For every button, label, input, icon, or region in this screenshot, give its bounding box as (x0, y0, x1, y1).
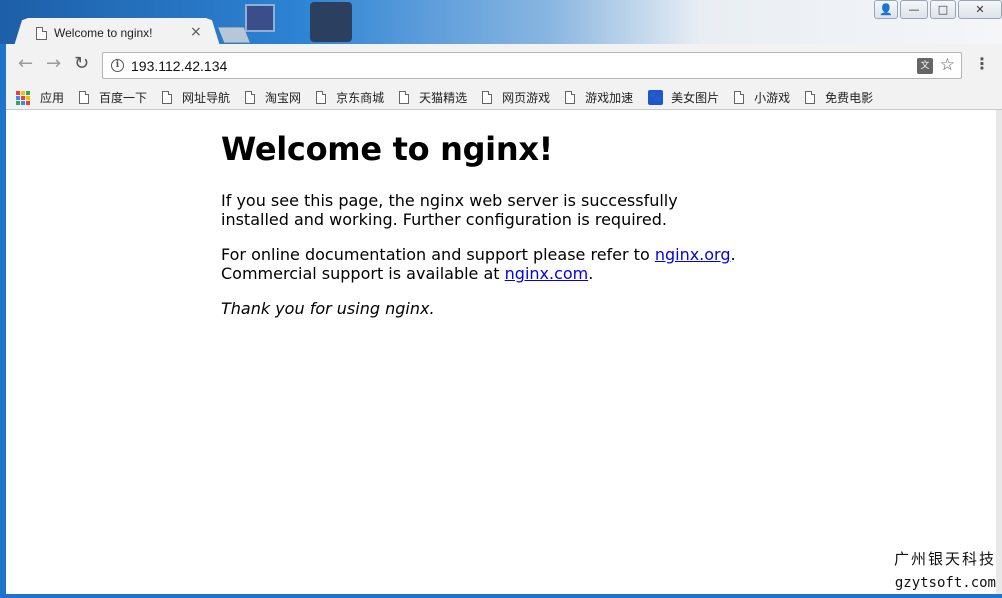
page-icon (245, 91, 256, 104)
page-title: Welcome to nginx! (221, 130, 553, 168)
address-bar[interactable]: i 193.112.42.134 文 ☆ (102, 52, 962, 79)
nginx-welcome-page: Welcome to nginx! If you see this page, … (221, 130, 741, 334)
bookmark-item[interactable]: 游戏加速 (565, 89, 633, 106)
tab-close-icon[interactable]: × (190, 25, 202, 39)
page-content: Welcome to nginx! If you see this page, … (6, 110, 996, 594)
translate-icon[interactable]: 文 (917, 58, 933, 74)
thanks-paragraph: Thank you for using nginx. (221, 299, 741, 318)
docs-text-end: . (730, 245, 736, 264)
page-icon (316, 91, 327, 104)
bookmark-item[interactable]: 网址导航 (162, 89, 230, 106)
docs-text: For online documentation and support ple… (221, 245, 655, 264)
bookmark-star-icon[interactable]: ☆ (940, 55, 955, 75)
right-edge (996, 110, 1002, 594)
watermark-en: gzytsoft.com (894, 575, 996, 591)
bookmark-label: 京东商城 (336, 91, 385, 105)
bookmark-label: 天猫精选 (419, 91, 468, 105)
minimize-button[interactable]: — (900, 0, 928, 19)
bookmark-item[interactable]: 京东商城 (316, 89, 384, 106)
browser-toolbar: ← → ↻ i 193.112.42.134 文 ☆ ⋮ (6, 44, 1002, 86)
bookmark-item[interactable]: 网页游戏 (482, 89, 550, 106)
support-text-end: . (588, 264, 594, 283)
paw-icon: 🐾 (648, 90, 664, 105)
page-icon (482, 91, 493, 104)
apps-grid-icon (16, 90, 30, 105)
page-icon (565, 91, 576, 104)
reload-icon[interactable]: ↻ (74, 54, 89, 74)
page-icon (399, 91, 410, 104)
forward-arrow-icon[interactable]: → (46, 54, 61, 74)
bookmark-item[interactable]: 天猫精选 (399, 89, 467, 106)
bookmark-label: 网址导航 (182, 91, 231, 105)
thanks-text: Thank you for using nginx. (221, 299, 435, 318)
page-icon (805, 91, 816, 104)
maximize-button[interactable]: □ (930, 0, 956, 19)
intro-paragraph: If you see this page, the nginx web serv… (221, 191, 678, 229)
title-bar: Welcome to nginx! × 👤 — □ ✕ (6, 0, 1002, 44)
close-window-button[interactable]: ✕ (958, 0, 1002, 19)
bookmark-label: 网页游戏 (502, 91, 551, 105)
bookmarks-bar: 应用 百度一下 网址导航 淘宝网 京东商城 天猫精选 网页游戏 游戏加速 🐾 美女图片 小游戏 免费电… (6, 86, 1002, 110)
bookmark-label: 美女图片 (671, 91, 720, 105)
back-arrow-icon[interactable]: ← (18, 54, 33, 74)
url-text[interactable]: 193.112.42.134 (131, 58, 227, 74)
bookmark-item[interactable]: 免费电影 (805, 89, 873, 106)
tab-title: Welcome to nginx! (54, 26, 153, 40)
tab-page-icon (36, 27, 47, 40)
window-controls: 👤 — □ ✕ (872, 0, 1002, 20)
bookmark-item[interactable]: 应用 (16, 89, 64, 106)
bookmark-label: 小游戏 (754, 91, 791, 105)
support-text: Commercial support is available at (221, 264, 505, 283)
docs-paragraph: For online documentation and support ple… (221, 245, 741, 283)
user-profile-button[interactable]: 👤 (874, 0, 898, 19)
page-icon (734, 91, 745, 104)
bottom-edge (0, 594, 1002, 598)
page-icon (79, 91, 90, 104)
watermark-cn: 广州银天科技 (893, 550, 996, 568)
new-tab-button[interactable] (218, 27, 250, 43)
site-info-icon[interactable]: i (111, 59, 124, 72)
bookmark-label: 应用 (40, 91, 65, 105)
bookmark-item[interactable]: 淘宝网 (245, 89, 301, 106)
bookmark-label: 免费电影 (825, 91, 874, 105)
bookmark-item[interactable]: 小游戏 (734, 89, 790, 106)
browser-menu-icon[interactable]: ⋮ (974, 55, 990, 73)
bookmark-label: 百度一下 (99, 91, 148, 105)
nginx-org-link[interactable]: nginx.org (655, 245, 731, 264)
bookmark-item[interactable]: 百度一下 (79, 89, 147, 106)
bookmark-label: 淘宝网 (265, 91, 302, 105)
page-icon (162, 91, 173, 104)
watermark: 广州银天科技 gzytsoft.com (884, 548, 996, 591)
nginx-com-link[interactable]: nginx.com (505, 264, 589, 283)
bookmark-label: 游戏加速 (585, 91, 634, 105)
bookmark-item[interactable]: 🐾 美女图片 (648, 89, 719, 106)
